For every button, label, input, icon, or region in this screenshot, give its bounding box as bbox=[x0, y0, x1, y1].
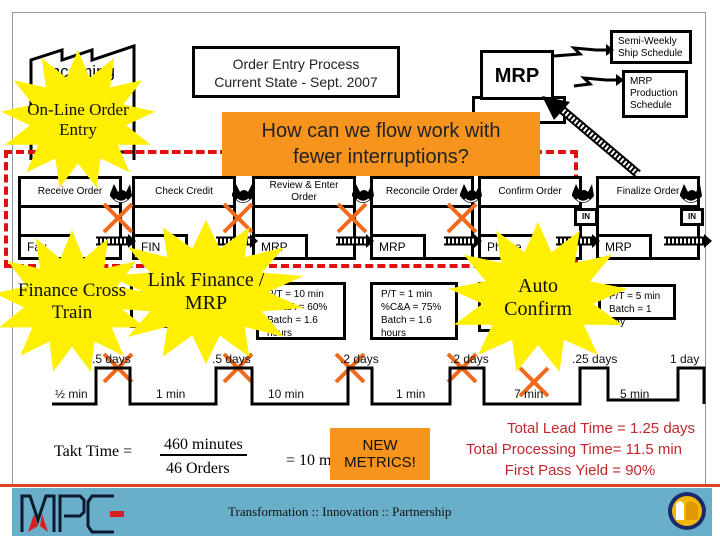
metric-lead-time: Total Lead Time = 1.25 days bbox=[506, 420, 696, 437]
process-name: Finalize Order bbox=[599, 179, 697, 208]
in-tag: IN bbox=[680, 208, 704, 226]
seal-logo bbox=[668, 492, 706, 530]
banner-line: fewer interruptions? bbox=[293, 146, 469, 168]
new-metrics-badge: NEW METRICS! bbox=[330, 428, 430, 480]
process-time: ½ min bbox=[55, 387, 88, 401]
footer-rule bbox=[0, 484, 720, 487]
badge-line: METRICS! bbox=[344, 454, 416, 471]
process-system: MRP bbox=[370, 234, 426, 260]
auto-confirm-burst-text: Auto Confirm bbox=[504, 275, 572, 320]
question-banner: How can we flow work with fewer interrup… bbox=[222, 112, 540, 176]
metric-first-pass-yield: First Pass Yield = 90% bbox=[504, 462, 656, 479]
metric-processing-time: Total Processing Time= 11.5 min bbox=[465, 441, 683, 458]
wait-time: .2 days bbox=[340, 352, 379, 366]
takt-label: Takt Time = bbox=[54, 443, 133, 460]
data-line: hours bbox=[381, 328, 407, 339]
process-name: Reconcile Order bbox=[373, 179, 471, 208]
footer-bar: Transformation :: Innovation :: Partners… bbox=[12, 488, 712, 536]
title-line-2: Current State - Sept. 2007 bbox=[214, 74, 378, 90]
takt-denominator: 46 Orders bbox=[166, 460, 230, 477]
process-name: Review & Enter Order bbox=[255, 179, 353, 208]
process-time: 1 min bbox=[396, 387, 426, 401]
data-line: %C&A = 75% bbox=[381, 302, 442, 313]
mpc-logo bbox=[20, 494, 124, 534]
wait-time: 1 day bbox=[670, 352, 700, 366]
process-time: 1 min bbox=[156, 387, 186, 401]
online-order-entry-burst-text: On-Line Order Entry bbox=[27, 100, 129, 139]
takt-numerator: 460 minutes bbox=[160, 436, 247, 456]
process-time: 5 min bbox=[620, 387, 650, 401]
badge-line: NEW bbox=[362, 437, 398, 454]
process-time: 10 min bbox=[268, 387, 305, 401]
mrp-box: MRP bbox=[480, 50, 554, 100]
schedule-text: MRP bbox=[630, 76, 653, 87]
footer-tagline: Transformation :: Innovation :: Partners… bbox=[228, 504, 452, 519]
title-line-1: Order Entry Process bbox=[232, 56, 360, 72]
data-line: Batch = 1.6 bbox=[381, 315, 432, 326]
process-name: Confirm Order bbox=[481, 179, 579, 208]
process-time: 7 min bbox=[514, 387, 544, 401]
link-finance-mrp-burst-text: Link Finance / MRP bbox=[147, 269, 265, 314]
data-line: P/T = 1 min bbox=[381, 289, 433, 300]
page-title: Order Entry Process Current State - Sept… bbox=[192, 46, 400, 98]
banner-line: How can we flow work with bbox=[261, 120, 501, 142]
